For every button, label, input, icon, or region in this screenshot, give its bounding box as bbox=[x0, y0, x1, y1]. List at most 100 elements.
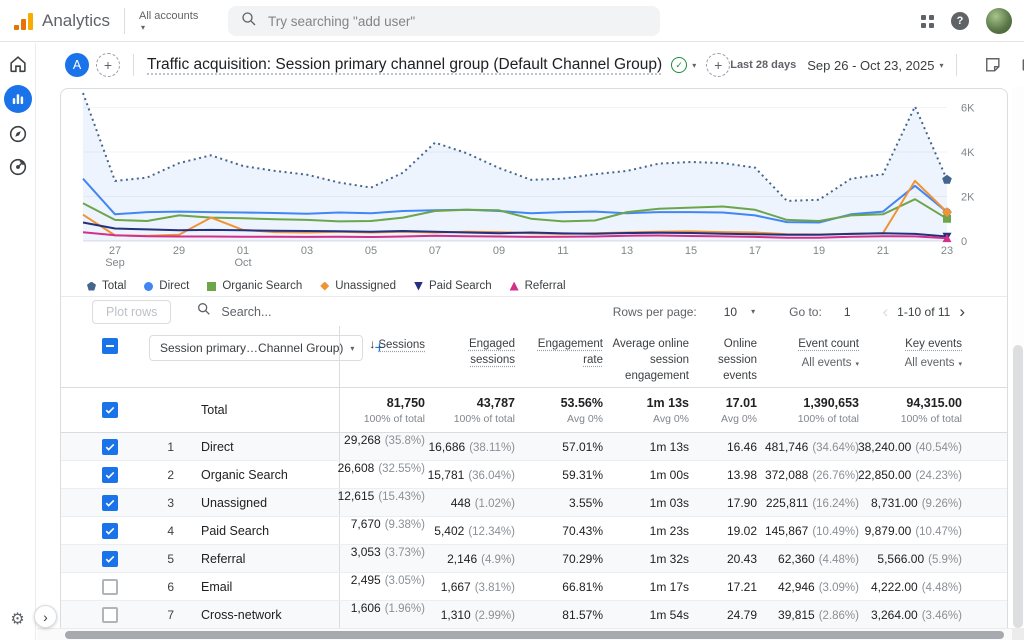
row-checkbox[interactable] bbox=[61, 326, 149, 387]
total-sessions: 81,750100% of total bbox=[339, 388, 429, 432]
dimension-selector[interactable]: Session primary…Channel Group)▾ bbox=[149, 335, 363, 361]
row-checkbox[interactable] bbox=[61, 433, 149, 460]
metric-filter[interactable]: All events▾ bbox=[863, 355, 962, 371]
row-checkbox[interactable] bbox=[61, 517, 149, 544]
plot-rows-button[interactable]: Plot rows bbox=[92, 300, 171, 324]
svg-text:Oct: Oct bbox=[234, 257, 251, 269]
date-range-selector[interactable]: Sep 26 - Oct 23, 2025 bbox=[807, 58, 934, 73]
property-badge[interactable]: A bbox=[65, 53, 89, 77]
row-checkbox[interactable] bbox=[61, 601, 149, 628]
triangle-down-marker-icon bbox=[414, 282, 423, 291]
notes-icon[interactable] bbox=[983, 55, 1003, 75]
channel-name: Direct bbox=[189, 440, 339, 454]
row-checkbox[interactable] bbox=[61, 489, 149, 516]
engaged-sessions-cell: 1,667(3.81%) bbox=[429, 580, 519, 594]
report-title[interactable]: Traffic acquisition: Session primary cha… bbox=[147, 56, 662, 74]
channel-name: Paid Search bbox=[189, 524, 339, 538]
table-search-input[interactable]: Search... bbox=[196, 301, 271, 322]
engagement-rate-cell: 66.81% bbox=[519, 580, 607, 594]
table-row-unassigned[interactable]: 3Unassigned12,615(15.43%)448(1.02%)3.55%… bbox=[61, 489, 1007, 517]
svg-text:11: 11 bbox=[557, 245, 568, 257]
rows-per-page-value[interactable]: 10 bbox=[724, 305, 737, 319]
apps-grid-icon[interactable] bbox=[921, 15, 934, 28]
table-row-paid-search[interactable]: 4Paid Search7,670(9.38%)5,402(12.34%)70.… bbox=[61, 517, 1007, 545]
svg-text:17: 17 bbox=[749, 245, 761, 257]
help-icon[interactable]: ? bbox=[951, 12, 969, 30]
metric-filter[interactable]: All events▾ bbox=[761, 355, 859, 371]
legend-label: Paid Search bbox=[429, 280, 492, 292]
report-status-check-icon[interactable]: ✓ bbox=[671, 57, 687, 73]
column-header-avg-online-engagement[interactable]: Average online session engagement bbox=[607, 326, 693, 384]
column-header-sessions[interactable]: ↓Sessions bbox=[339, 326, 429, 387]
vertical-scrollbar-thumb[interactable] bbox=[1013, 345, 1023, 628]
engagement-rate-cell: 70.43% bbox=[519, 524, 607, 538]
table-row-direct[interactable]: 1Direct29,268(35.8%)16,686(38.11%)57.01%… bbox=[61, 433, 1007, 461]
svg-text:15: 15 bbox=[685, 245, 697, 257]
row-checkbox[interactable] bbox=[61, 388, 149, 432]
channel-name: Unassigned bbox=[189, 496, 339, 510]
traffic-acquisition-card: 02K4K6K27Sep2901Oct030507091113151719212… bbox=[60, 88, 1008, 628]
legend-item: Direct bbox=[144, 280, 189, 292]
key-events-cell: 5,566.00(5.9%) bbox=[863, 552, 966, 566]
next-page-icon[interactable]: › bbox=[959, 303, 965, 320]
horizontal-scrollbar-thumb[interactable] bbox=[65, 631, 1004, 639]
row-checkbox[interactable] bbox=[61, 573, 149, 600]
table-row-cross-network[interactable]: 7Cross-network1,606(1.96%)1,310(2.99%)81… bbox=[61, 601, 1007, 628]
global-search-input[interactable]: Try searching "add user" bbox=[228, 6, 660, 36]
admin-gear-icon[interactable]: ⚙ bbox=[10, 609, 24, 628]
engaged-sessions-cell: 5,402(12.34%) bbox=[429, 524, 519, 538]
chevron-down-icon[interactable]: ▾ bbox=[939, 61, 943, 70]
legend-label: Direct bbox=[159, 280, 189, 292]
vertical-scrollbar[interactable] bbox=[1012, 87, 1024, 628]
compare-icon[interactable] bbox=[1018, 55, 1024, 75]
table-row-referral[interactable]: 5Referral3,053(3.73%)2,146(4.9%)70.29%1m… bbox=[61, 545, 1007, 573]
goto-page-input[interactable]: 1 bbox=[844, 305, 851, 319]
svg-text:21: 21 bbox=[877, 245, 889, 257]
account-switcher[interactable]: All accounts ▾ bbox=[139, 10, 198, 32]
row-number: 3 bbox=[149, 496, 189, 510]
key-events-cell: 22,850.00(24.23%) bbox=[863, 468, 966, 482]
channel-name: Cross-network bbox=[189, 608, 339, 622]
event-count-cell: 42,946(3.09%) bbox=[761, 580, 863, 594]
table-row-organic-search[interactable]: 2Organic Search26,608(32.55%)15,781(36.0… bbox=[61, 461, 1007, 489]
report-body: 02K4K6K27Sep2901Oct030507091113151719212… bbox=[37, 87, 1012, 628]
svg-text:27: 27 bbox=[109, 245, 121, 257]
table-header-row: Session primary…Channel Group)▾+↓Session… bbox=[61, 326, 1007, 388]
column-header-engagement-rate[interactable]: Engagement rate bbox=[519, 326, 607, 368]
engaged-sessions-cell: 16,686(38.11%) bbox=[429, 440, 519, 454]
nav-home-icon[interactable] bbox=[6, 52, 30, 76]
row-number: 2 bbox=[149, 468, 189, 482]
chevron-down-icon[interactable]: ▾ bbox=[751, 307, 755, 316]
square-marker-icon bbox=[207, 282, 216, 291]
search-icon bbox=[196, 301, 212, 322]
add-comparison-button[interactable]: + bbox=[96, 53, 120, 77]
sessions-cell: 12,615(15.43%) bbox=[339, 489, 429, 516]
column-header-engaged-sessions[interactable]: Engaged sessions bbox=[429, 326, 519, 368]
prev-page-icon[interactable]: ‹ bbox=[883, 303, 889, 320]
row-checkbox[interactable] bbox=[61, 461, 149, 488]
table-search-placeholder: Search... bbox=[221, 305, 271, 319]
nav-rail: ⚙ bbox=[0, 43, 36, 640]
online-session-events-cell: 24.79 bbox=[693, 608, 761, 622]
legend-item: Total bbox=[87, 280, 126, 292]
horizontal-scrollbar[interactable] bbox=[37, 628, 1012, 640]
row-checkbox[interactable] bbox=[61, 545, 149, 572]
channel-name: Organic Search bbox=[189, 468, 339, 482]
table-row-email[interactable]: 6Email2,495(3.05%)1,667(3.81%)66.81%1m 1… bbox=[61, 573, 1007, 601]
chevron-down-icon[interactable]: ▾ bbox=[692, 61, 696, 70]
nav-explore-icon[interactable] bbox=[6, 122, 30, 146]
add-report-button[interactable]: + bbox=[706, 53, 730, 77]
chart-legend: TotalDirectOrganic SearchUnassignedPaid … bbox=[61, 276, 1007, 296]
user-avatar[interactable] bbox=[986, 8, 1012, 34]
svg-text:23: 23 bbox=[941, 245, 953, 257]
column-header-key-events[interactable]: Key eventsAll events▾ bbox=[863, 326, 966, 371]
circle-marker-icon bbox=[144, 282, 153, 291]
nav-advertising-icon[interactable] bbox=[6, 155, 30, 179]
online-session-events-cell: 16.46 bbox=[693, 440, 761, 454]
column-header-online-session-events[interactable]: Online session events bbox=[693, 326, 761, 384]
expand-nav-button[interactable]: › bbox=[34, 605, 57, 628]
nav-reports-icon[interactable] bbox=[4, 85, 32, 113]
report-header: A + Traffic acquisition: Session primary… bbox=[37, 43, 1024, 87]
event-count-cell: 372,088(26.76%) bbox=[761, 468, 863, 482]
column-header-event-count[interactable]: Event countAll events▾ bbox=[761, 326, 863, 371]
